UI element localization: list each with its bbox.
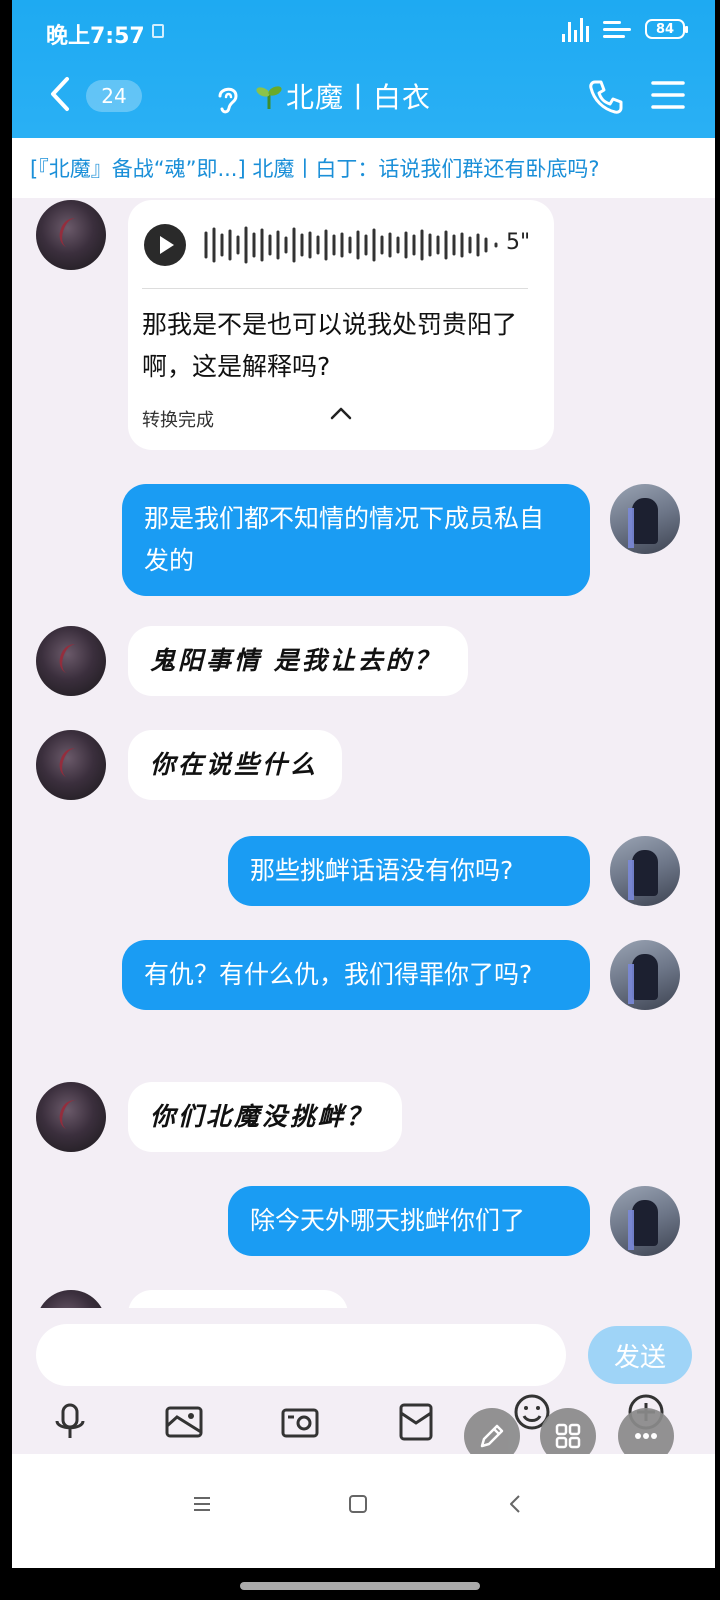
back-icon[interactable] — [504, 1492, 528, 1516]
send-button[interactable]: 发送 — [588, 1326, 692, 1384]
phone-icon[interactable] — [587, 78, 625, 116]
avatar[interactable] — [610, 836, 680, 906]
avatar[interactable] — [610, 484, 680, 554]
avatar[interactable] — [610, 940, 680, 1010]
convert-status: 转换完成 — [142, 410, 214, 431]
voice-transcript: 那我是不是也可以说我处罚贵阳了啊，这是解释吗? — [142, 310, 518, 381]
recents-icon[interactable] — [190, 1492, 214, 1516]
message-bubble[interactable]: 鬼阳事情 是我让去的？ — [128, 626, 468, 696]
input-bar: 发送 — [12, 1308, 715, 1454]
pencil-icon — [480, 1424, 504, 1448]
play-icon[interactable] — [144, 224, 186, 266]
network-icon — [603, 18, 631, 40]
chevron-up-icon[interactable] — [330, 406, 352, 420]
microphone-icon[interactable] — [50, 1402, 90, 1442]
camera-icon[interactable] — [280, 1402, 320, 1442]
ear-icon[interactable] — [214, 82, 242, 116]
unread-badge[interactable]: 24 — [86, 80, 142, 112]
message-input[interactable] — [36, 1324, 566, 1386]
group-notice-bar[interactable]: [『北魔』备战“魂”即...] 北魔丨白丁：话说我们群还有卧底吗? — [12, 138, 715, 198]
message-bubble[interactable]: 除今天外哪天挑衅你们了 — [228, 1186, 590, 1256]
menu-icon[interactable] — [651, 80, 685, 110]
sim-icon — [152, 24, 164, 38]
sprout-icon — [256, 86, 282, 109]
voice-duration: 5" — [506, 230, 531, 255]
avatar[interactable] — [36, 626, 106, 696]
more-icon — [635, 1433, 657, 1439]
system-nav-bar — [12, 1454, 715, 1568]
status-time: 晚上7:57 — [46, 24, 145, 49]
avatar[interactable] — [36, 200, 106, 270]
header-bar: 晚上7:57 84 24 北魔丨白衣 — [12, 0, 715, 138]
divider — [142, 288, 528, 289]
status-icons: 84 — [562, 16, 688, 42]
chat-title-text: 北魔丨白衣 — [286, 81, 432, 114]
image-icon[interactable] — [164, 1402, 204, 1442]
waveform-icon — [204, 226, 498, 264]
home-icon[interactable] — [346, 1492, 370, 1516]
message-bubble[interactable]: 你们北魔没挑衅？ — [128, 1082, 402, 1152]
avatar[interactable] — [36, 730, 106, 800]
chat-title[interactable]: 北魔丨白衣 — [256, 76, 431, 116]
message-bubble[interactable]: 那是我们都不知情的情况下成员私自发的 — [122, 484, 590, 596]
avatar[interactable] — [610, 1186, 680, 1256]
red-packet-icon[interactable] — [396, 1402, 436, 1442]
battery-icon: 84 — [645, 19, 688, 39]
signal-icon — [562, 16, 589, 42]
home-indicator[interactable] — [240, 1582, 480, 1590]
grid-icon — [555, 1423, 581, 1449]
voice-message-bubble[interactable]: 5" 那我是不是也可以说我处罚贵阳了啊，这是解释吗? 转换完成 — [128, 200, 554, 450]
message-bubble[interactable]: 有仇？有什么仇，我们得罪你了吗? — [122, 940, 590, 1010]
back-arrow-icon[interactable] — [50, 76, 70, 112]
chat-screen: 晚上7:57 84 24 北魔丨白衣 [『北魔』备战“魂”即...] 北魔丨白丁… — [12, 0, 715, 1568]
avatar[interactable] — [36, 1082, 106, 1152]
message-bubble[interactable]: 你在说些什么 — [128, 730, 342, 800]
message-bubble[interactable]: 那些挑衅话语没有你吗? — [228, 836, 590, 906]
